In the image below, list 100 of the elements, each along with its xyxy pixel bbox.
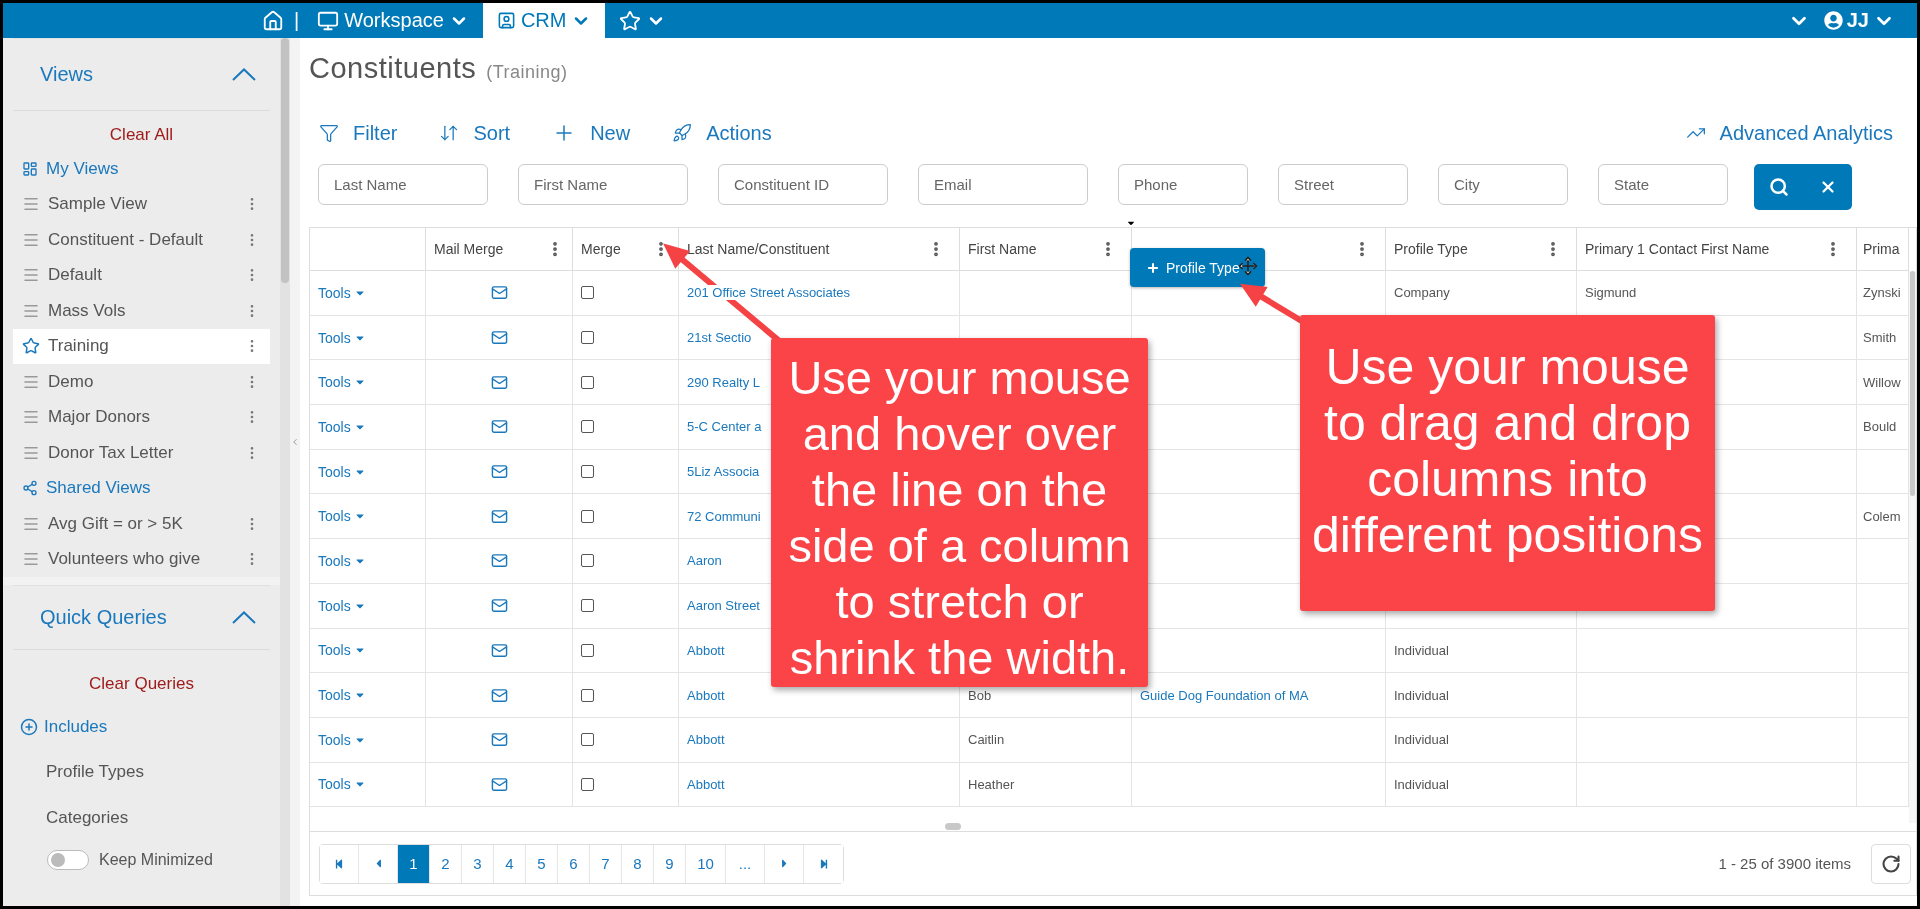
view-item[interactable]: Constituent - Default	[13, 222, 270, 258]
tools-menu[interactable]: Tools	[318, 552, 366, 569]
tools-menu[interactable]: Tools	[318, 374, 366, 391]
mail-icon[interactable]	[490, 373, 508, 391]
column-header[interactable]: Mail Merge	[426, 228, 573, 270]
chevron-up-icon[interactable]	[232, 611, 256, 624]
view-item[interactable]: Training	[13, 328, 270, 364]
mail-icon[interactable]	[490, 597, 508, 615]
separator: |	[293, 8, 301, 33]
section-header[interactable]: Quick Queries	[13, 585, 270, 650]
column-header[interactable]: Prima	[1857, 228, 1909, 270]
filter-field[interactable]: Constituent ID	[718, 164, 888, 205]
toggle-label: Keep Minimized	[99, 850, 213, 869]
merge-checkbox[interactable]	[581, 554, 594, 568]
filter-field[interactable]: State	[1598, 164, 1728, 205]
query-item[interactable]: Profile Types	[13, 749, 270, 795]
sort-icon	[439, 123, 460, 143]
table-cell: Individual	[1394, 642, 1449, 658]
mail-icon[interactable]	[490, 641, 508, 659]
analytics-button[interactable]: Advanced Analytics	[1685, 121, 1893, 145]
mail-icon[interactable]	[490, 507, 508, 525]
user-initials: JJ	[1846, 9, 1869, 32]
filter-field[interactable]: Phone	[1118, 164, 1248, 205]
filter-field[interactable]: Last Name	[318, 164, 488, 205]
merge-checkbox[interactable]	[581, 688, 594, 702]
tools-menu[interactable]: Tools	[318, 418, 366, 435]
filter-field[interactable]: City	[1438, 164, 1568, 205]
refresh-button[interactable]	[1871, 843, 1911, 884]
mail-icon[interactable]	[490, 329, 508, 347]
grid-icon	[22, 160, 38, 177]
tools-menu[interactable]: Tools	[318, 329, 366, 346]
filter-field[interactable]: First Name	[518, 164, 688, 205]
mail-icon[interactable]	[490, 552, 508, 570]
tools-menu[interactable]: Tools	[318, 508, 366, 525]
nav-tab[interactable]: Workspace	[303, 3, 483, 38]
merge-checkbox[interactable]	[581, 643, 594, 657]
toggle-switch[interactable]	[47, 849, 89, 870]
filter-field[interactable]: Email	[918, 164, 1088, 205]
scrollbar-thumb[interactable]	[945, 823, 961, 830]
view-item[interactable]: Sample View	[13, 186, 270, 222]
merge-checkbox[interactable]	[581, 331, 594, 345]
toolbar-button[interactable]: Actions	[672, 121, 772, 145]
mail-icon[interactable]	[490, 775, 508, 793]
contact-card-icon	[496, 11, 516, 30]
mail-icon[interactable]	[490, 463, 508, 481]
toolbar-button[interactable]: New	[552, 121, 631, 145]
view-group-link[interactable]: My Views	[13, 151, 270, 187]
view-item[interactable]: Demo	[13, 364, 270, 400]
tools-menu[interactable]: Tools	[318, 597, 366, 614]
scrollbar-thumb[interactable]	[281, 38, 289, 283]
first-page-button[interactable]	[320, 844, 359, 883]
table-cell: Company	[1394, 285, 1450, 301]
table-cell: Individual	[1394, 732, 1449, 748]
rocket-icon	[672, 123, 693, 143]
dragged-column-header[interactable]: Profile Type	[1130, 248, 1265, 287]
merge-checkbox[interactable]	[581, 286, 594, 300]
user-avatar-icon	[1823, 11, 1843, 30]
merge-checkbox[interactable]	[581, 465, 594, 479]
merge-checkbox[interactable]	[581, 509, 594, 523]
tools-menu[interactable]: Tools	[318, 284, 366, 301]
view-item[interactable]: Volunteers who give	[13, 541, 270, 577]
view-item[interactable]: Default	[13, 257, 270, 293]
table-cell: Colem	[1863, 508, 1901, 524]
nav-tab[interactable]: CRM	[482, 3, 606, 38]
view-item[interactable]: Major Donors	[13, 399, 270, 435]
tools-menu[interactable]: Tools	[318, 642, 366, 659]
mail-icon[interactable]	[490, 418, 508, 436]
view-group-link[interactable]: Shared Views	[13, 470, 270, 506]
clear-link[interactable]: Clear All	[109, 125, 174, 145]
query-item[interactable]: Categories	[13, 795, 270, 841]
record-link[interactable]: 201 Office Street Associates	[687, 285, 851, 301]
clear-link[interactable]: Clear Queries	[89, 674, 194, 694]
mail-icon[interactable]	[490, 284, 508, 302]
merge-checkbox[interactable]	[581, 420, 594, 434]
view-item[interactable]: Donor Tax Letter	[13, 435, 270, 471]
toolbar-button[interactable]: Filter	[319, 121, 398, 145]
view-item[interactable]: Avg Gift = or > 5K	[13, 506, 270, 542]
tools-menu[interactable]: Tools	[318, 731, 366, 748]
mail-icon[interactable]	[490, 686, 508, 704]
view-item[interactable]: Mass Vols	[13, 293, 270, 329]
scrollbar-thumb[interactable]	[1910, 271, 1915, 496]
merge-checkbox[interactable]	[581, 599, 594, 613]
merge-checkbox[interactable]	[581, 777, 594, 791]
section-header[interactable]: Views	[13, 38, 270, 111]
merge-checkbox[interactable]	[581, 375, 594, 389]
tools-menu[interactable]: Tools	[318, 463, 366, 480]
tools-menu[interactable]: Tools	[318, 687, 366, 704]
column-header[interactable]: Profile Type	[1386, 228, 1577, 270]
page-title: Constituents	[309, 52, 477, 85]
filter-field[interactable]: Street	[1278, 164, 1408, 205]
merge-checkbox[interactable]	[581, 733, 594, 747]
column-header[interactable]: Primary 1 Contact First Name	[1577, 228, 1857, 270]
page-button[interactable]: 1	[398, 844, 430, 883]
table-cell: Willow	[1863, 374, 1901, 390]
chevron-up-icon[interactable]	[232, 68, 256, 81]
mail-icon[interactable]	[490, 731, 508, 749]
query-item[interactable]: Includes	[13, 704, 270, 750]
tools-menu[interactable]: Tools	[318, 776, 366, 793]
user-menu[interactable]: JJ	[1823, 9, 1895, 32]
toolbar-button[interactable]: Sort	[439, 121, 511, 145]
